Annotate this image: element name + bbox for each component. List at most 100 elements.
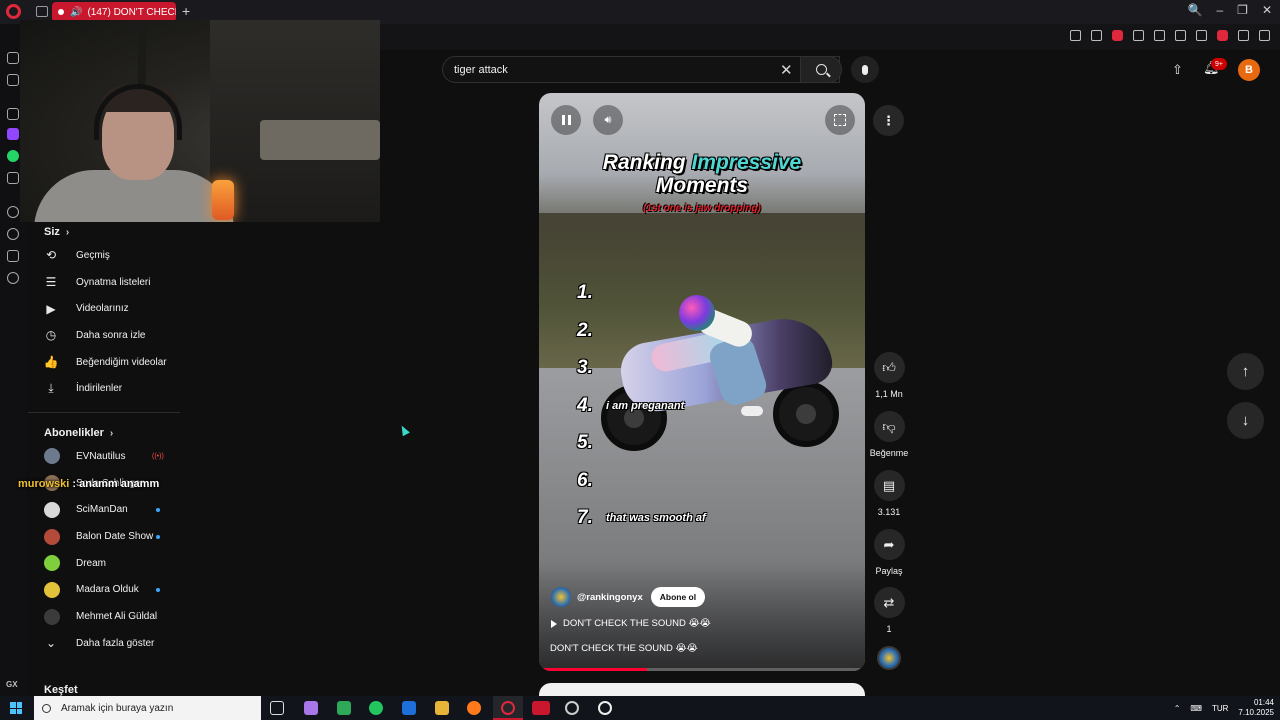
subscription-item[interactable]: SciManDan [28,497,190,524]
volume-button[interactable]: 🔊︎ [593,105,623,135]
channel-avatar[interactable] [551,587,571,607]
obs-icon[interactable] [565,701,579,715]
nav-item-your-videos[interactable]: ▶ Videolarınız [28,295,190,322]
extensions-icon[interactable] [1196,30,1207,41]
outlook-icon[interactable] [402,701,416,715]
x-icon[interactable] [7,172,19,184]
heart-icon[interactable] [1175,30,1186,41]
gx-icon[interactable]: GX [6,680,18,689]
keyboard-icon[interactable]: ⌨ [1190,704,1202,713]
browser-tab-active[interactable]: 🔊 (147) DON'T CHECK T [52,2,176,22]
channel-avatar [44,448,60,465]
chat-separator: : [69,478,80,490]
aria-icon[interactable] [7,108,19,120]
easy-setup-icon[interactable] [1259,30,1270,41]
like-button[interactable]: 👍︎ [873,352,905,383]
system-tray: ⌃ ⌨ TUR 01:44 7.10.2025 [1174,696,1280,720]
twitch-icon[interactable] [7,128,19,140]
shorts-player[interactable]: 🔊︎ Ranking Impressive Moments (1st one i… [539,93,865,671]
rank-note-4: i am preganant [606,400,685,412]
nav-item-watch-later[interactable]: ◷ Daha sonra izle [28,322,190,349]
whatsapp-icon[interactable] [7,150,19,162]
sound-row[interactable]: DON'T CHECK THE SOUND 😭😭 [551,618,711,629]
minimize-button[interactable]: – [1216,3,1223,17]
subscriptions-header[interactable]: Abonelikler › [28,423,190,443]
messenger-icon[interactable] [7,74,19,86]
video-bottom-shade [539,563,865,671]
tab-audio-icon[interactable]: 🔊 [70,7,82,18]
upload-icon[interactable]: ⇧ [1172,62,1183,78]
new-tab-button[interactable]: + [182,3,190,19]
remix-count: 1 [886,624,892,634]
next-short-button[interactable]: ↓ [1227,402,1264,439]
windows-start-icon[interactable] [10,702,22,714]
tray-chevron-icon[interactable]: ⌃ [1174,704,1181,713]
you-section-header[interactable]: Siz › [28,222,190,242]
remix-button[interactable]: ⇄ [873,587,905,618]
extensions-sidebar-icon[interactable] [7,250,19,262]
dislike-button[interactable]: 👎︎ [873,411,905,442]
subscription-item[interactable]: EVNautilus ((•)) [28,443,190,470]
firefox-icon[interactable] [467,701,481,715]
history-sidebar-icon[interactable] [7,228,19,240]
translate-icon[interactable] [1133,30,1144,41]
player-icon[interactable] [1154,30,1165,41]
tab-search-icon[interactable]: 🔍 [1188,3,1203,17]
app-red-icon[interactable] [532,701,550,715]
bookmark-icon[interactable] [1091,30,1102,41]
workspaces-icon[interactable] [7,52,19,64]
vpn-shield-icon[interactable] [1112,30,1123,41]
file-explorer-icon[interactable] [435,701,449,715]
account-avatar[interactable]: B [1238,59,1260,81]
taskbar-search[interactable]: Aramak için buraya yazın [34,696,261,720]
voice-search-button[interactable] [851,56,879,83]
clock[interactable]: 01:44 7.10.2025 [1238,698,1274,718]
clear-search-icon[interactable]: ✕ [780,61,793,79]
pin-icon[interactable] [1070,30,1081,41]
downloads-icon[interactable] [1238,30,1249,41]
fullscreen-icon [834,114,846,126]
share-button[interactable]: ➦ [873,529,905,560]
video-description[interactable]: DON'T CHECK THE SOUND 😭😭 [550,643,698,654]
clock-time: 01:44 [1253,698,1274,707]
search-button[interactable] [800,56,842,83]
app-cube-icon[interactable] [304,701,318,715]
fullscreen-button[interactable] [825,105,855,135]
previous-short-button[interactable]: ↑ [1227,353,1264,390]
tab-islands-icon[interactable] [36,6,48,17]
close-window-button[interactable]: ✕ [1262,3,1272,17]
show-more-button[interactable]: ⌄ Daha fazla göster [28,630,190,657]
progress-bar[interactable] [539,668,865,671]
comment-button[interactable]: ▤ [873,470,905,501]
explore-header[interactable]: Keşfet [44,684,78,696]
thumbs-down-icon: 👎︎ [882,418,896,434]
nav-item-playlists[interactable]: ☰ Oynatma listeleri [28,269,190,296]
task-view-icon[interactable] [270,701,284,715]
steam-icon[interactable] [598,701,612,715]
settings-icon[interactable] [7,272,19,284]
new-content-dot [156,587,160,592]
subscription-item[interactable]: Balon Date Show [28,523,190,550]
opera-gx-icon[interactable] [501,701,515,715]
pause-button[interactable] [551,105,581,135]
like-action: 👍︎ 1,1 Mn [868,352,910,399]
search-input[interactable]: tiger attack [454,64,508,76]
player-sidebar-icon[interactable] [7,206,19,218]
nav-item-history[interactable]: ⟲ Geçmiş [28,242,190,269]
opera-logo-icon[interactable] [6,4,21,19]
subscription-item[interactable]: Dream [28,550,190,577]
subscribe-button[interactable]: Abone ol [650,587,706,607]
nav-item-download[interactable]: ⤓ İndirilenler [28,375,190,402]
wechat-icon[interactable] [369,701,383,715]
profile-icon[interactable] [1217,30,1228,41]
nav-item-liked[interactable]: 👍 Beğendiğim videolar [28,349,190,376]
sound-source-avatar[interactable] [877,646,901,670]
input-language[interactable]: TUR [1212,704,1228,713]
channel-name[interactable]: @rankingonyx [577,592,643,603]
restore-button[interactable]: ❐ [1237,3,1248,17]
subscription-item[interactable]: Madara Olduk [28,577,190,604]
window-controls: 🔍 – ❐ ✕ [1188,3,1272,17]
more-options-button[interactable]: ⋮ [873,105,904,136]
app-sheets-icon[interactable] [337,701,351,715]
subscription-item[interactable]: Mehmet Ali Güldal [28,603,190,630]
